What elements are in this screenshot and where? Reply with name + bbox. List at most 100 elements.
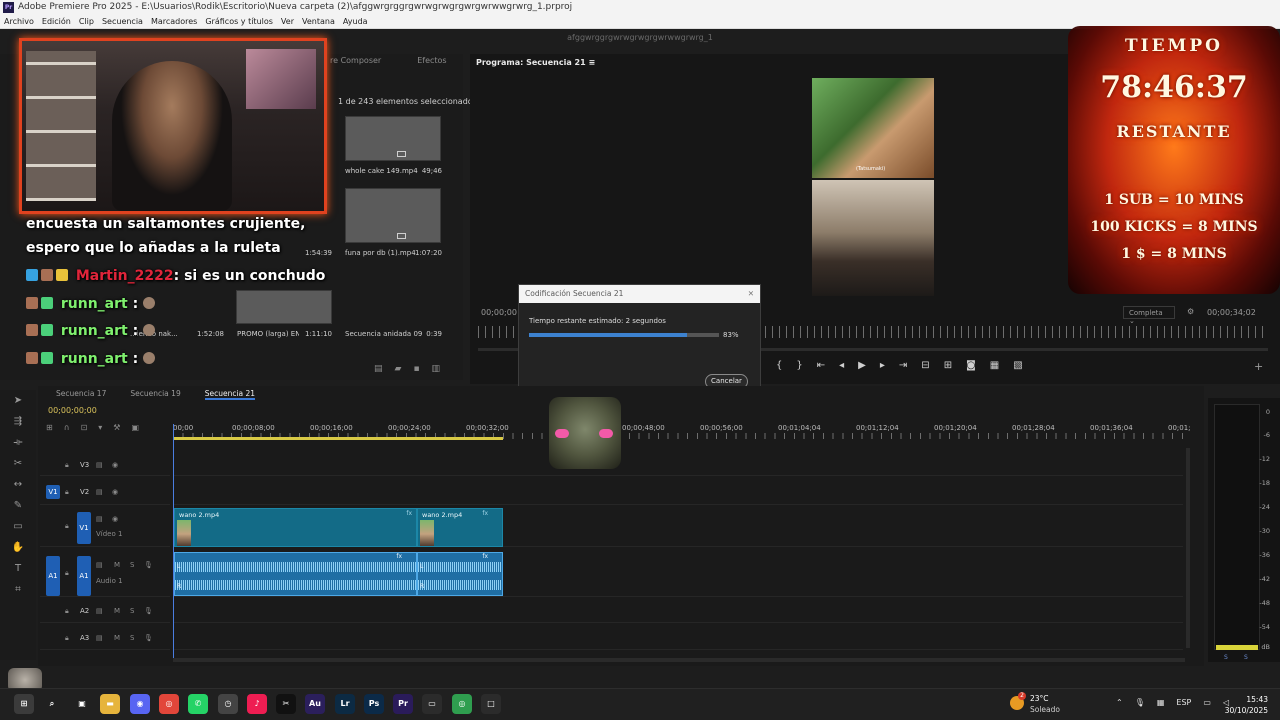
sync-icon[interactable]: ▤ (96, 515, 103, 523)
mute-icon[interactable]: M (114, 561, 120, 569)
video-clip[interactable]: wano 2.mp4 fx (174, 508, 417, 547)
lock-icon[interactable]: 🔒︎ (65, 634, 69, 643)
discord-icon[interactable]: ◉ (130, 694, 150, 714)
source-patch-a1[interactable]: A1 (46, 556, 60, 596)
audio-clip[interactable]: L R fx (174, 552, 417, 596)
camera-icon[interactable]: ◙ (966, 360, 976, 371)
play-icon[interactable]: ▶ (858, 360, 866, 371)
sync-icon[interactable]: ▤ (96, 461, 103, 469)
hand-tool-icon[interactable]: ✋ (0, 537, 36, 558)
rectangle-tool-icon[interactable]: ▭ (0, 516, 36, 537)
track-a2[interactable] (173, 601, 1183, 623)
sync-icon[interactable]: ▤ (96, 561, 103, 569)
go-to-out-icon[interactable]: ⇥ (899, 360, 907, 371)
sync-icon[interactable]: ▤ (96, 607, 103, 615)
panel-menu-icon[interactable]: ≡ (588, 58, 595, 67)
solo-left-button[interactable]: S (1224, 654, 1228, 661)
step-back-icon[interactable]: ◂ (839, 360, 844, 371)
slip-tool-icon[interactable]: ↔ (0, 474, 36, 495)
selection-tool-icon[interactable]: ➤ (0, 390, 36, 411)
captions-icon[interactable]: ▣ (131, 423, 139, 432)
tiktok-icon[interactable]: ♪ (247, 694, 267, 714)
step-forward-icon[interactable]: ▸ (880, 360, 885, 371)
track-v3[interactable] (173, 456, 1183, 476)
photoshop-icon[interactable]: Ps (364, 694, 384, 714)
menu-ventana[interactable]: Ventana (302, 15, 335, 28)
razor-tool-icon[interactable]: ✂ (0, 453, 36, 474)
timeline-vertical-scrollbar[interactable] (1186, 448, 1190, 648)
menu-edicion[interactable]: Edición (42, 15, 71, 28)
snap-icon[interactable]: ∩ (64, 423, 70, 432)
lock-icon[interactable]: 🔒︎ (65, 522, 69, 531)
mic-icon[interactable]: 🎙︎ (144, 634, 153, 642)
terminal-icon[interactable]: ▭ (422, 694, 442, 714)
playhead[interactable] (173, 424, 174, 660)
menu-ver[interactable]: Ver (281, 15, 294, 28)
tab-secuencia-21[interactable]: Secuencia 21 (204, 389, 256, 400)
nest-icon[interactable]: ⊞ (46, 423, 53, 432)
wrench-icon[interactable]: ⚙ (1187, 307, 1194, 316)
mark-out-icon[interactable]: } (796, 360, 802, 371)
mic-icon[interactable]: 🎙︎ (144, 561, 153, 569)
automate-icon[interactable]: ▤ (374, 364, 383, 374)
trash-icon[interactable]: ▥ (432, 364, 441, 374)
eye-icon[interactable]: ◉ (112, 515, 118, 523)
linked-icon[interactable]: ⊡ (81, 423, 88, 432)
solo-icon[interactable]: S (130, 634, 134, 642)
explorer-icon[interactable]: ▬ (100, 694, 120, 714)
add-button-icon[interactable]: + (1254, 360, 1263, 373)
new-bin-icon[interactable]: ▰ (395, 364, 402, 374)
lock-icon[interactable]: 🔒︎ (65, 488, 69, 497)
lightroom-icon[interactable]: Lr (335, 694, 355, 714)
lock-icon[interactable]: 🔒︎ (65, 569, 69, 578)
go-to-in-icon[interactable]: ⇤ (817, 360, 825, 371)
solo-icon[interactable]: S (130, 607, 134, 615)
taskbar-clock[interactable]: 15:43 30/10/2025 (1222, 694, 1268, 716)
weather-condition[interactable]: Soleado (1030, 705, 1060, 714)
track-v2[interactable] (173, 480, 1183, 505)
timeline-timecode[interactable]: 00;00;00;00 (48, 406, 97, 415)
project-item-thumb[interactable] (345, 188, 441, 243)
whatsapp-icon[interactable]: ✆ (188, 694, 208, 714)
lock-icon[interactable]: 🔒︎ (65, 607, 69, 616)
start-icon[interactable]: ⊞ (14, 694, 34, 714)
lift-icon[interactable]: ⊟ (921, 360, 929, 371)
track-target-a1[interactable]: A1 (77, 556, 91, 596)
quality-select[interactable]: Completa ⌄ (1123, 306, 1175, 325)
close-icon[interactable]: ✕ (748, 285, 754, 303)
mic-icon[interactable]: 🎙︎ (1135, 698, 1145, 707)
video-clip[interactable]: wano 2.mp4 fx (417, 508, 503, 547)
chrome-2-icon[interactable]: ◎ (452, 694, 472, 714)
solo-right-button[interactable]: S (1244, 654, 1248, 661)
marker-icon[interactable]: ▾ (98, 423, 102, 432)
work-area-bar[interactable] (173, 437, 503, 440)
capcut-icon[interactable]: ✂ (276, 694, 296, 714)
menu-clip[interactable]: Clip (79, 15, 94, 28)
mute-icon[interactable]: M (114, 607, 120, 615)
language-indicator[interactable]: ESP (1176, 698, 1191, 707)
chrome-icon[interactable]: ◎ (159, 694, 179, 714)
mic-icon[interactable]: 🎙︎ (144, 607, 153, 615)
track-a3[interactable] (173, 628, 1183, 650)
compare-icon[interactable]: ▦ (990, 360, 999, 371)
app-clock-icon[interactable]: ◷ (218, 694, 238, 714)
source-patch-v1[interactable]: V1 (46, 485, 60, 499)
pen-tool-icon[interactable]: ✎ (0, 495, 36, 516)
menu-marcadores[interactable]: Marcadores (151, 15, 197, 28)
chevron-up-icon[interactable]: ⌃ (1116, 698, 1123, 707)
extract-icon[interactable]: ⊞ (944, 360, 952, 371)
sync-icon[interactable]: ▤ (96, 488, 103, 496)
eye-icon[interactable]: ◉ (112, 461, 118, 469)
new-item-icon[interactable]: ▪ (413, 364, 419, 374)
sync-icon[interactable]: ▤ (96, 634, 103, 642)
premiere-icon[interactable]: Pr (393, 694, 413, 714)
menu-ayuda[interactable]: Ayuda (343, 15, 368, 28)
lock-icon[interactable]: 🔒︎ (65, 461, 69, 470)
track-target-v1[interactable]: V1 (77, 512, 91, 544)
audio-clip[interactable]: L R fx (417, 552, 503, 596)
eye-icon[interactable]: ◉ (112, 488, 118, 496)
network-icon[interactable]: ▦ (1157, 698, 1165, 707)
settings-icon[interactable]: ⚒ (113, 423, 120, 432)
menu-secuencia[interactable]: Secuencia (102, 15, 143, 28)
track-select-icon[interactable]: ⇶ (0, 411, 36, 432)
